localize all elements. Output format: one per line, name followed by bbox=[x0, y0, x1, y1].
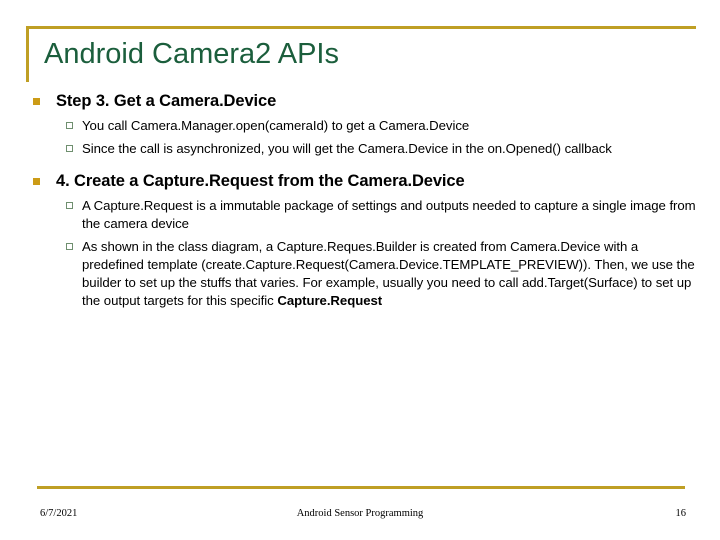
hollow-square-bullet-icon bbox=[66, 122, 73, 129]
title-rule-left bbox=[26, 26, 29, 82]
square-bullet-icon bbox=[33, 178, 40, 185]
square-bullet-icon bbox=[33, 98, 40, 105]
bullet-level2-group2-item1: A Capture.Request is a immutable package… bbox=[0, 197, 720, 233]
bullet-level2-group1-item2: Since the call is asynchronized, you wil… bbox=[0, 140, 720, 158]
hollow-square-bullet-icon bbox=[66, 145, 73, 152]
bullet-level1-group1: Step 3. Get a Camera.Device bbox=[0, 90, 720, 112]
hollow-square-bullet-icon bbox=[66, 243, 73, 250]
footer-page-number: 16 bbox=[675, 508, 687, 519]
bullet-level2-group2-item2: As shown in the class diagram, a Capture… bbox=[0, 238, 720, 310]
bullet-level1-label: Step 3. Get a Camera.Device bbox=[56, 92, 277, 110]
slide: Android Camera2 APIs Step 3. Get a Camer… bbox=[0, 0, 720, 540]
page-title: Android Camera2 APIs bbox=[44, 38, 339, 70]
bullet-level2-label: Since the call is asynchronized, you wil… bbox=[82, 141, 612, 156]
bullet-level2-label: A Capture.Request is a immutable package… bbox=[82, 198, 696, 231]
bullet-level2-group1-item1: You call Camera.Manager.open(cameraId) t… bbox=[0, 117, 720, 135]
footer-rule bbox=[37, 486, 685, 489]
footer: 6/7/2021 Android Sensor Programming 16 bbox=[0, 508, 720, 528]
slide-body: Step 3. Get a Camera.Device You call Cam… bbox=[0, 90, 720, 310]
bullet-level2-label: As shown in the class diagram, a Capture… bbox=[82, 239, 695, 308]
bullet-level1-label: 4. Create a Capture.Request from the Cam… bbox=[56, 172, 465, 190]
bullet-level2-body: As shown in the class diagram, a Capture… bbox=[82, 239, 695, 308]
title-rule-top bbox=[26, 26, 696, 29]
footer-title: Android Sensor Programming bbox=[296, 508, 424, 519]
bullet-level2-emphasis: Capture.Request bbox=[277, 293, 383, 308]
bullet-level2-label: You call Camera.Manager.open(cameraId) t… bbox=[82, 118, 470, 133]
hollow-square-bullet-icon bbox=[66, 202, 73, 209]
bullet-level1-group2: 4. Create a Capture.Request from the Cam… bbox=[0, 170, 720, 192]
